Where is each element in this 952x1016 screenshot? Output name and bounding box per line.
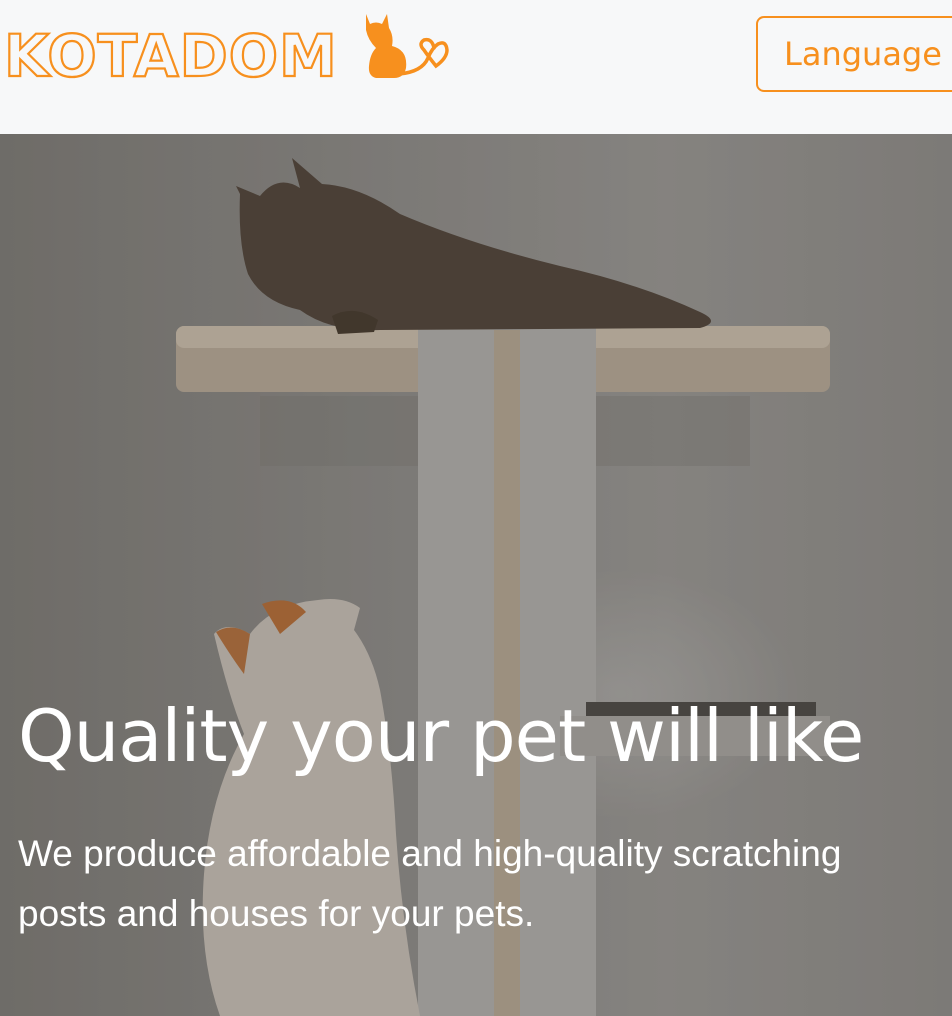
site-header: KOTADOM Language (0, 0, 952, 134)
kotadom-logo[interactable]: KOTADOM (4, 10, 449, 82)
hero-section: Quality your pet will like We produce af… (0, 134, 952, 1016)
logo-wordmark: KOTADOM (4, 22, 338, 82)
cat-heart-logo-icon (366, 14, 449, 78)
hero-subtext: We produce affordable and high-quality s… (18, 833, 842, 934)
hero-headline: Quality your pet will like (18, 694, 864, 778)
language-button[interactable]: Language (756, 16, 952, 92)
